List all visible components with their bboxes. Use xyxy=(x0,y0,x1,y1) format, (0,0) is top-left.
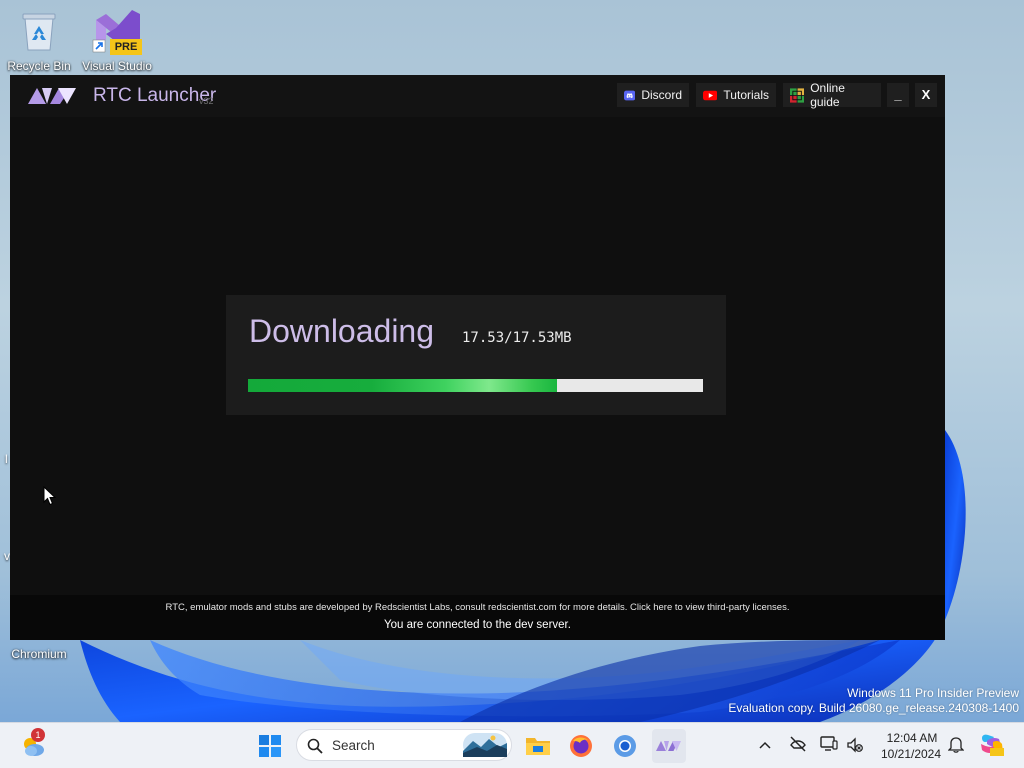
credits-text[interactable]: RTC, emulator mods and stubs are develop… xyxy=(10,602,945,613)
recycle-bin-icon[interactable] xyxy=(20,10,58,52)
visual-studio-pre-badge: PRE xyxy=(110,39,142,55)
windows-start-icon xyxy=(259,735,281,757)
rtc-launcher-window: RTC Launcher v32 Discord Tutorials Onlin… xyxy=(10,75,945,640)
app-title: RTC Launcher xyxy=(93,85,217,106)
copilot-pre-icon[interactable] xyxy=(979,732,1005,758)
discord-label: Discord xyxy=(641,88,682,102)
rtc-launcher-taskbar-button[interactable] xyxy=(652,729,686,763)
download-panel: Downloading 17.53/17.53MB xyxy=(226,295,726,415)
weather-notification-badge: 1 xyxy=(31,728,45,742)
minimize-button[interactable]: _ xyxy=(887,83,909,107)
rtc-header: RTC Launcher v32 Discord Tutorials Onlin… xyxy=(10,75,945,117)
display-icon[interactable] xyxy=(820,735,838,753)
volume-muted-icon[interactable] xyxy=(847,737,863,753)
firefox-icon xyxy=(570,735,592,757)
clock-time[interactable]: 12:04 AM xyxy=(879,731,945,745)
file-explorer-icon xyxy=(526,738,550,755)
chromium-icon xyxy=(614,735,636,757)
download-size: 17.53/17.53MB xyxy=(462,330,572,346)
app-version: v32 xyxy=(199,96,214,106)
file-explorer-button[interactable] xyxy=(521,729,555,763)
search-icon xyxy=(307,738,323,754)
search-highlight-icon xyxy=(463,733,507,757)
clock-date[interactable]: 10/21/2024 xyxy=(876,747,946,761)
online-guide-button[interactable]: Online guide xyxy=(783,81,881,109)
notifications-bell-icon[interactable] xyxy=(948,735,964,753)
taskbar-search-box[interactable]: Search xyxy=(296,729,512,761)
network-disconnected-icon[interactable] xyxy=(789,735,807,753)
discord-icon xyxy=(624,90,636,100)
tutorials-label: Tutorials xyxy=(723,88,769,102)
discord-button[interactable]: Discord xyxy=(617,83,689,107)
youtube-icon xyxy=(703,90,718,100)
start-button[interactable] xyxy=(253,729,287,763)
rtc-logo-icon xyxy=(28,88,76,104)
rtc-icon xyxy=(656,741,681,751)
online-guide-label: Online guide xyxy=(810,81,845,109)
search-placeholder: Search xyxy=(332,738,375,753)
show-hidden-icons-chevron-icon[interactable] xyxy=(759,740,771,750)
close-button[interactable]: X xyxy=(915,83,937,107)
download-title: Downloading xyxy=(249,313,435,349)
build-watermark-line1: Windows 11 Pro Insider Preview xyxy=(847,686,1019,700)
visual-studio-label[interactable]: Visual Studio xyxy=(80,59,154,73)
firefox-button[interactable] xyxy=(564,729,598,763)
chromium-label[interactable]: Chromium xyxy=(6,647,72,661)
taskbar: Search 12:04 AM 10/21/2024 xyxy=(0,722,1024,768)
guide-icon xyxy=(790,87,805,103)
chromium-button[interactable] xyxy=(608,729,642,763)
tutorials-button[interactable]: Tutorials xyxy=(696,83,776,107)
desktop-edge-glyph: l xyxy=(5,452,8,466)
download-progress-bar xyxy=(248,379,703,392)
recycle-bin-label[interactable]: Recycle Bin xyxy=(6,59,72,73)
build-watermark-line2: Evaluation copy. Build 26080.ge_release.… xyxy=(728,701,1019,715)
server-status: You are connected to the dev server. xyxy=(384,619,571,631)
rtc-footer: RTC, emulator mods and stubs are develop… xyxy=(10,595,945,640)
mouse-cursor-icon xyxy=(43,486,56,506)
download-progress-fill xyxy=(248,379,558,392)
